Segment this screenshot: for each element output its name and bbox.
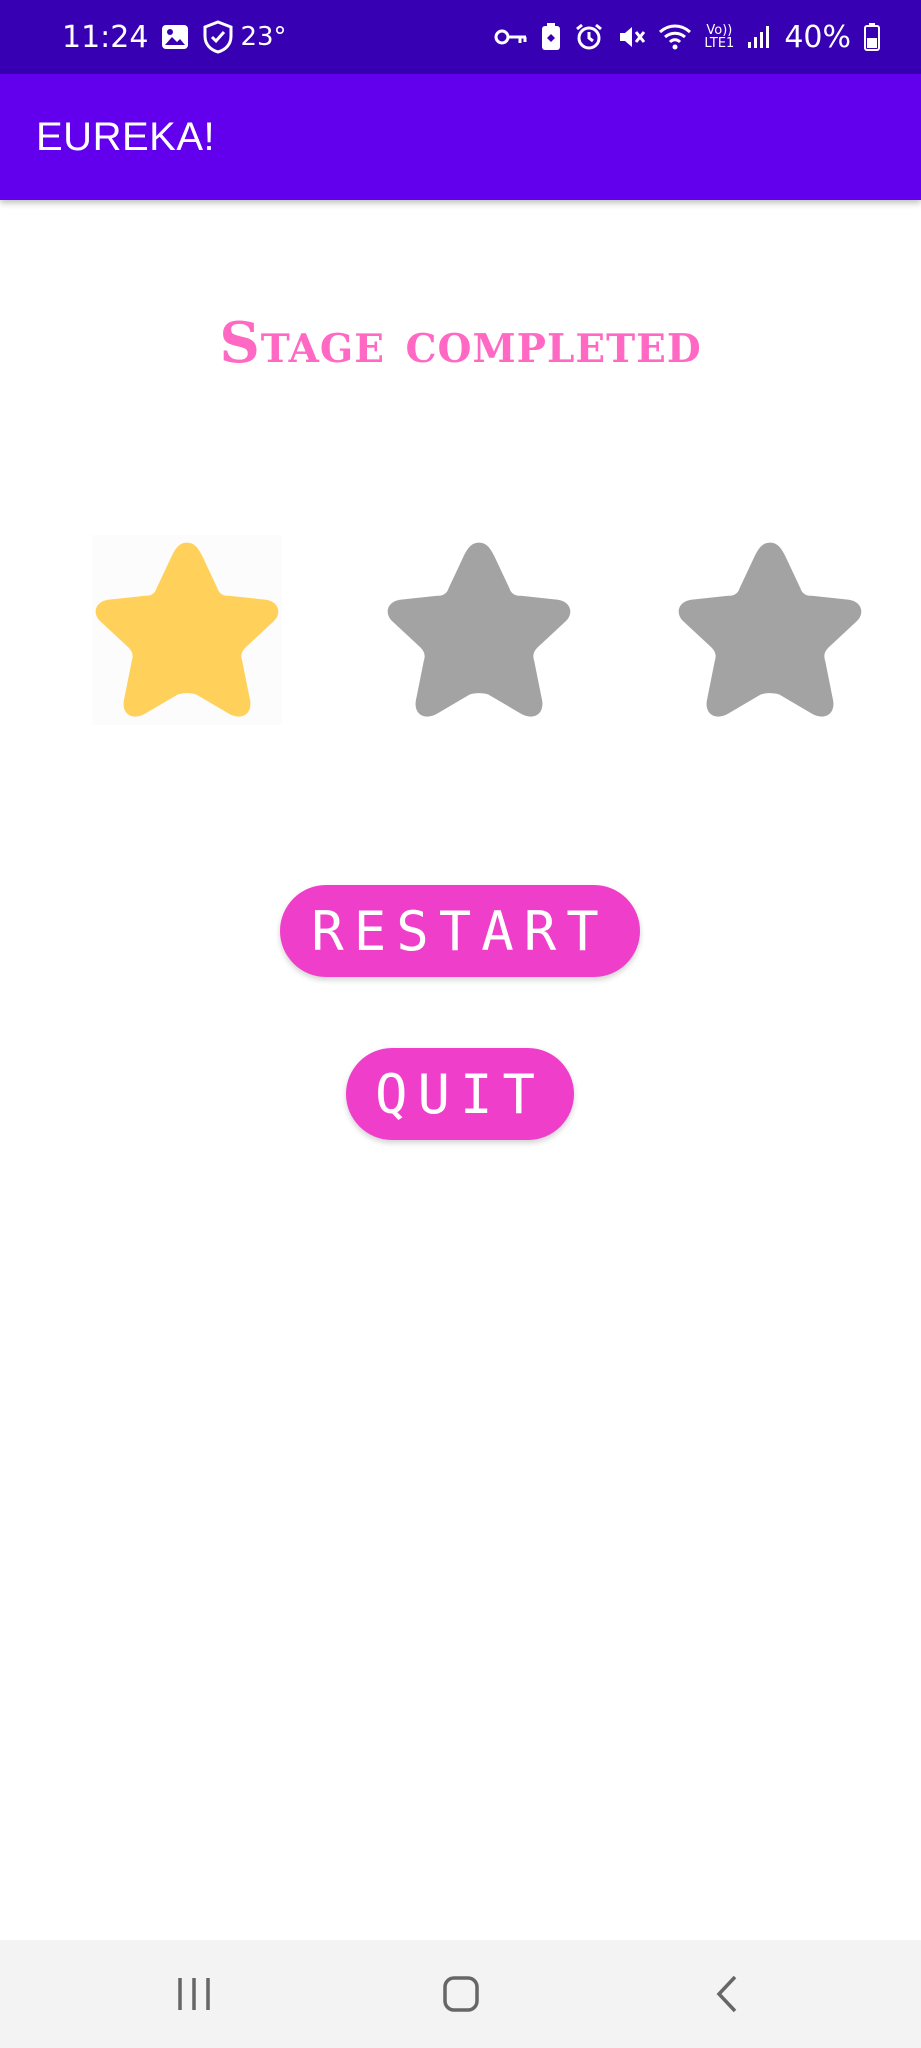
volte-icon: Vo)) LTE1 bbox=[704, 24, 734, 50]
star-rating bbox=[0, 535, 921, 725]
navigation-bar bbox=[0, 1940, 921, 2048]
status-bar: 11:24 23° Vo)) LTE1 40% bbox=[0, 0, 921, 74]
mute-icon bbox=[616, 22, 646, 52]
shield-icon bbox=[202, 20, 234, 54]
star-2-icon bbox=[384, 535, 574, 725]
wifi-icon bbox=[658, 23, 692, 51]
battery-saver-icon bbox=[540, 22, 562, 52]
stage-title: Stage completed bbox=[219, 310, 702, 376]
gallery-icon bbox=[160, 22, 190, 52]
status-temperature: 23° bbox=[240, 22, 287, 52]
star-3-icon bbox=[675, 535, 865, 725]
back-button[interactable] bbox=[678, 1964, 778, 2024]
back-icon bbox=[716, 1975, 736, 2013]
app-bar: EUREKA! bbox=[0, 74, 921, 200]
restart-button[interactable]: RESTART bbox=[280, 885, 640, 977]
home-icon bbox=[442, 1976, 479, 2012]
status-left: 11:24 23° bbox=[62, 20, 287, 55]
recent-apps-button[interactable] bbox=[144, 1964, 244, 2024]
volte-label-bottom: LTE1 bbox=[704, 36, 735, 51]
quit-button[interactable]: QUIT bbox=[346, 1048, 574, 1140]
app-title: EUREKA! bbox=[36, 114, 216, 159]
key-icon bbox=[494, 26, 528, 48]
battery-icon bbox=[863, 22, 881, 52]
home-button[interactable] bbox=[411, 1964, 511, 2024]
status-time: 11:24 bbox=[62, 19, 149, 55]
status-right: Vo)) LTE1 40% bbox=[494, 20, 881, 55]
battery-percent: 40% bbox=[784, 19, 851, 55]
alarm-icon bbox=[574, 22, 604, 52]
recent-apps-icon bbox=[177, 1978, 210, 2010]
star-1-icon bbox=[92, 535, 282, 725]
signal-icon bbox=[746, 24, 772, 50]
